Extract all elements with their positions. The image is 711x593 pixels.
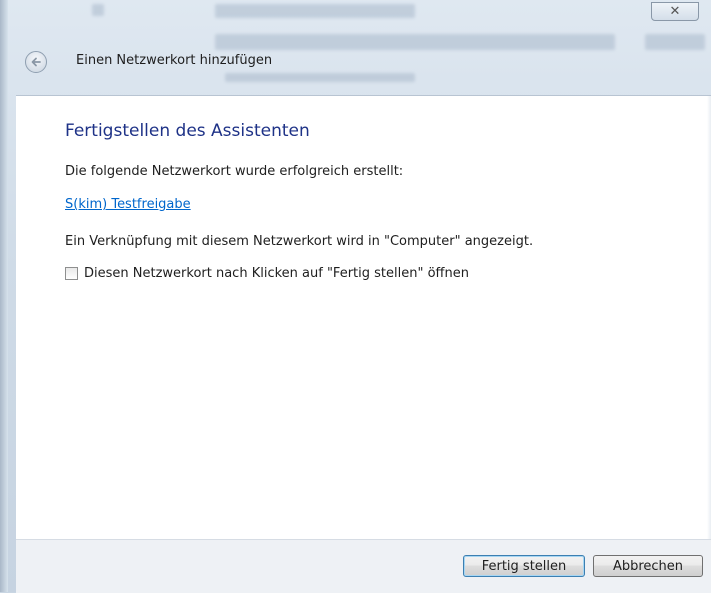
back-arrow-icon [31, 57, 41, 67]
content-edge [707, 96, 711, 540]
background-blur [92, 4, 104, 16]
wizard-content: Fertigstellen des Assistenten Die folgen… [16, 95, 711, 540]
shortcut-info-message: Ein Verknüpfung mit diesem Netzwerkort w… [65, 234, 534, 249]
network-location-link[interactable]: S(kim) Testfreigabe [65, 197, 191, 212]
background-blur [215, 4, 415, 18]
finish-button[interactable]: Fertig stellen [463, 555, 585, 577]
dialog-footer: Fertig stellen Abbrechen [16, 539, 711, 593]
open-location-label[interactable]: Diesen Netzwerkort nach Klicken auf "Fer… [84, 266, 469, 281]
open-location-option[interactable]: Diesen Netzwerkort nach Klicken auf "Fer… [65, 266, 469, 281]
success-message: Die folgende Netzwerkort wurde erfolgrei… [65, 164, 404, 179]
page-heading: Fertigstellen des Assistenten [65, 121, 310, 141]
window-left-edge [0, 0, 8, 592]
dialog-title: Einen Netzwerkort hinzufügen [76, 53, 273, 68]
background-blur [225, 73, 415, 82]
background-blur [215, 34, 615, 50]
cancel-button[interactable]: Abbrechen [593, 555, 703, 577]
background-blur [645, 34, 705, 50]
open-location-checkbox[interactable] [65, 267, 78, 280]
close-button[interactable]: ✕ [651, 2, 699, 21]
back-button[interactable] [25, 51, 47, 73]
close-icon: ✕ [669, 4, 681, 19]
